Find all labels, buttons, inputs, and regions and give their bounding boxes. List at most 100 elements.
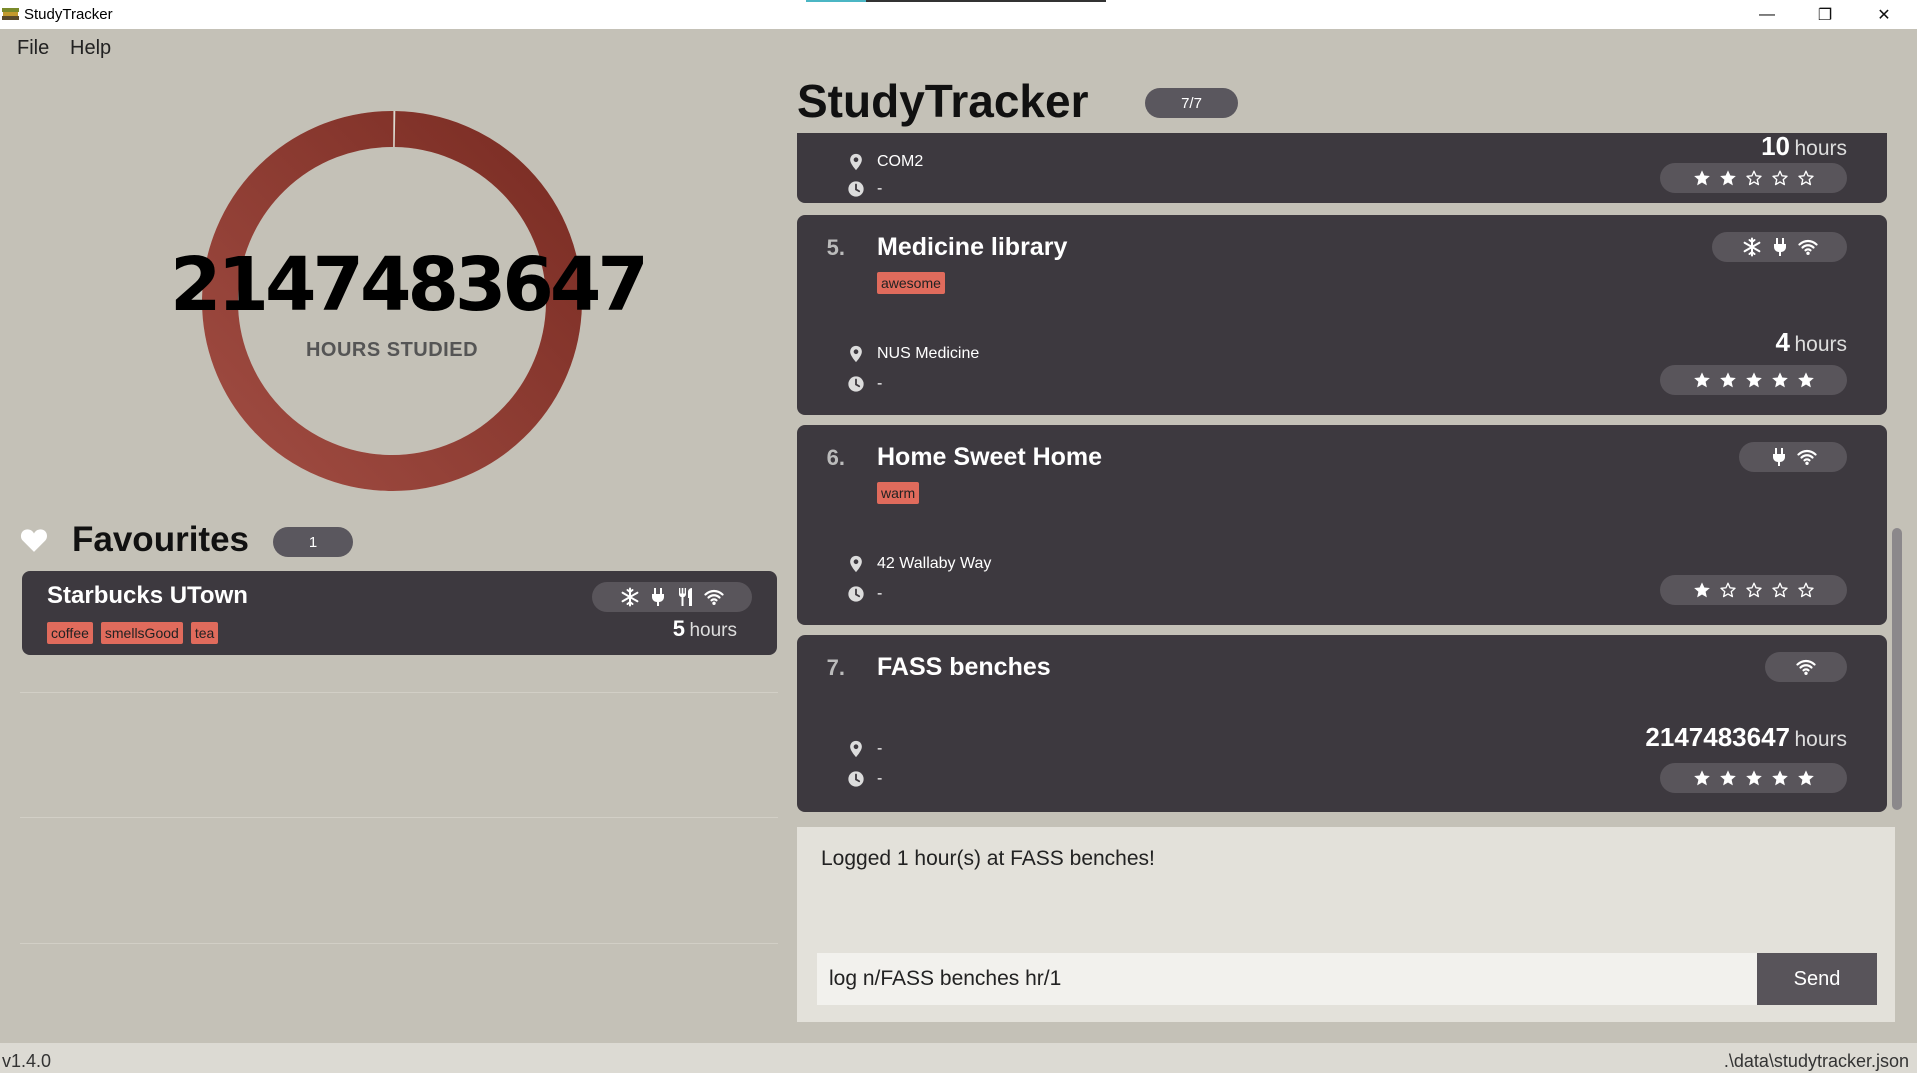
star-filled-icon <box>1745 371 1763 389</box>
location-text: 42 Wallaby Way <box>877 555 992 572</box>
star-filled-icon <box>1693 371 1711 389</box>
star-empty-icon <box>1797 169 1815 187</box>
clock-icon <box>847 375 865 393</box>
amenities-pill <box>1765 652 1847 682</box>
clock-icon <box>847 770 865 788</box>
star-filled-icon <box>1719 371 1737 389</box>
hours-unit: hours <box>1794 333 1847 356</box>
favourites-count-badge: 1 <box>273 527 353 557</box>
plug-icon <box>1770 237 1790 257</box>
list-scrollbar[interactable] <box>1892 528 1902 810</box>
study-spot-card[interactable]: COM2 - 10 hours <box>797 133 1887 203</box>
star-filled-icon <box>1719 169 1737 187</box>
hours-studied-label: HOURS STUDIED <box>305 339 479 361</box>
spot-index: 7. <box>826 655 845 680</box>
clock-icon <box>847 585 865 603</box>
hours-line: 2147483647 hours <box>1645 722 1847 753</box>
star-filled-icon <box>1797 371 1815 389</box>
star-filled-icon <box>1693 581 1711 599</box>
location-row: COM2 <box>847 153 923 171</box>
list-count-badge: 7/7 <box>1145 88 1238 118</box>
favourites-title: Favourites <box>72 520 249 559</box>
clock-icon <box>847 180 865 198</box>
time-row: - <box>847 375 882 393</box>
amenities-pill <box>1712 232 1847 262</box>
rating-stars <box>1660 575 1847 605</box>
hours-number: 10 <box>1761 133 1791 161</box>
command-input[interactable] <box>817 953 1757 1005</box>
wifi-icon <box>1796 657 1816 677</box>
time-text: - <box>877 180 883 197</box>
tag: awesome <box>877 272 945 294</box>
amenities-pill <box>592 582 752 612</box>
divider <box>20 817 778 818</box>
study-spot-list[interactable]: COM2 - 10 hours 5. Medicine library awes… <box>797 133 1887 813</box>
snowflake-icon <box>620 587 640 607</box>
spot-index: 6. <box>826 445 845 470</box>
wifi-icon <box>1797 447 1817 467</box>
favourite-hours: 5 hours <box>672 616 737 641</box>
hours-unit: hours <box>1794 728 1847 751</box>
time-text: - <box>877 375 883 392</box>
divider <box>20 692 778 693</box>
rating-stars <box>1660 365 1847 395</box>
window-title: StudyTracker <box>24 6 113 23</box>
spot-tags: awesome <box>877 272 945 294</box>
star-empty-icon <box>1745 169 1763 187</box>
star-empty-icon <box>1797 581 1815 599</box>
favourite-tags: coffee smellsGood tea <box>47 622 219 644</box>
location-text: COM2 <box>877 153 924 170</box>
minimize-button[interactable]: — <box>1738 0 1796 29</box>
star-filled-icon <box>1771 769 1789 787</box>
title-bar: StudyTracker — ❐ ✕ <box>0 0 1917 29</box>
spot-name: FASS benches <box>877 653 1051 681</box>
star-filled-icon <box>1693 169 1711 187</box>
version-label: v1.4.0 <box>2 1051 52 1071</box>
status-bar: v1.4.0 .\data\studytracker.json <box>0 1043 1917 1073</box>
star-empty-icon <box>1771 581 1789 599</box>
location-pin-icon <box>847 345 865 363</box>
star-empty-icon <box>1745 581 1763 599</box>
favourite-name: Starbucks UTown <box>47 582 248 609</box>
rating-stars <box>1660 763 1847 793</box>
location-pin-icon <box>847 555 865 573</box>
spot-name: Medicine library <box>877 233 1068 261</box>
page-title: StudyTracker <box>797 75 1089 127</box>
tag: tea <box>190 622 219 644</box>
data-file-path: .\data\studytracker.json <box>1723 1051 1909 1071</box>
menu-help[interactable]: Help <box>70 37 111 60</box>
time-text: - <box>877 585 883 602</box>
close-button[interactable]: ✕ <box>1855 0 1913 29</box>
amenities-pill <box>1739 442 1847 472</box>
wifi-icon <box>1798 237 1818 257</box>
location-row: NUS Medicine <box>847 345 979 363</box>
tag: coffee <box>47 622 93 644</box>
rating-stars <box>1660 163 1847 193</box>
location-row: - <box>847 740 882 758</box>
hours-number: 2147483647 <box>1645 722 1791 752</box>
app-books-icon <box>2 8 19 20</box>
time-row: - <box>847 770 882 788</box>
send-button[interactable]: Send <box>1757 953 1877 1005</box>
star-filled-icon <box>1771 371 1789 389</box>
time-row: - <box>847 585 882 603</box>
menu-bar: File Help <box>0 29 1917 65</box>
hours-number: 4 <box>1775 327 1791 357</box>
hours-studied-value: 2147483647 <box>170 242 649 328</box>
menu-file[interactable]: File <box>17 37 49 60</box>
time-row: - <box>847 180 882 198</box>
utensils-icon <box>676 587 696 607</box>
favourite-card[interactable]: Starbucks UTown coffee smellsGood tea 5 … <box>22 571 777 655</box>
heart-icon <box>20 529 48 552</box>
divider <box>20 943 778 944</box>
tag: warm <box>877 482 920 504</box>
wifi-icon <box>704 587 724 607</box>
star-filled-icon <box>1719 769 1737 787</box>
maximize-button[interactable]: ❐ <box>1796 0 1854 29</box>
study-spot-card[interactable]: 7. FASS benches - - 2147483647 hours <box>797 635 1887 812</box>
study-spot-card[interactable]: 6. Home Sweet Home warm 42 Wallaby Way - <box>797 425 1887 625</box>
time-text: - <box>877 770 883 787</box>
location-row: 42 Wallaby Way <box>847 555 991 573</box>
plug-icon <box>1769 447 1789 467</box>
study-spot-card[interactable]: 5. Medicine library awesome NUS Medicine… <box>797 215 1887 415</box>
